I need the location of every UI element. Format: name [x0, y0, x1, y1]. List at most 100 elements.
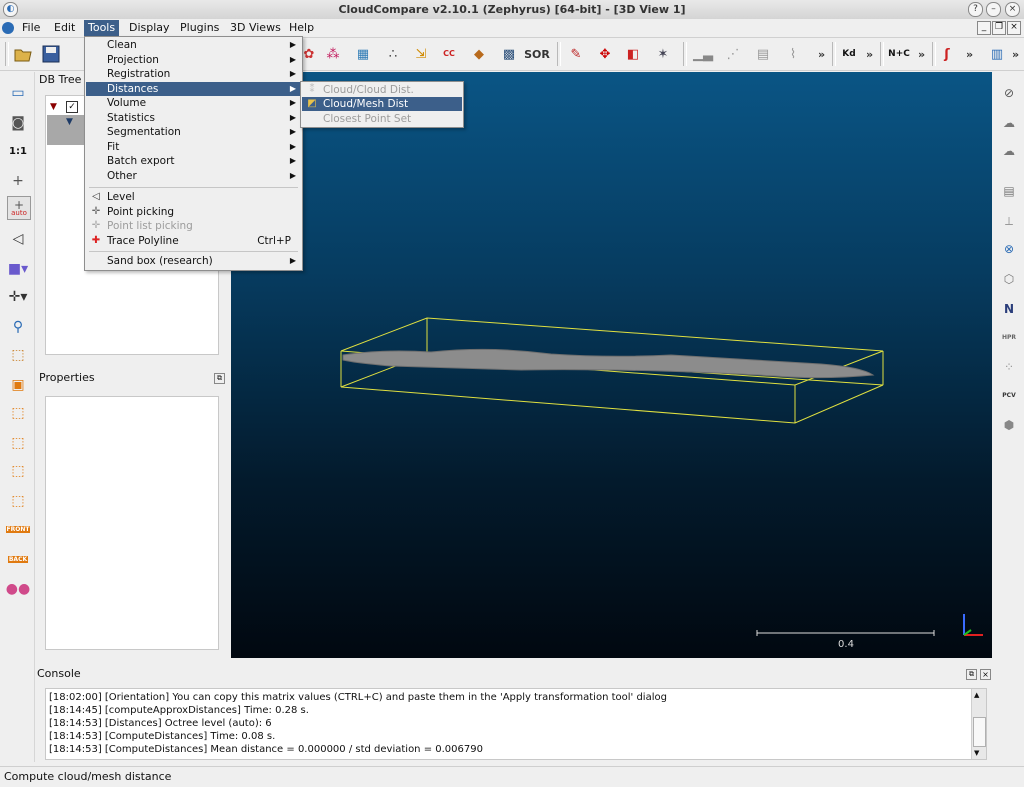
submenu-cloud-cloud-dist[interactable]: ⁑ Cloud/Cloud Dist. — [302, 83, 462, 97]
plugin-arrow-icon[interactable]: ⇲ — [410, 43, 432, 65]
auto-pivot-button[interactable]: + auto — [7, 196, 31, 220]
front-view-cube-icon[interactable]: ▣ — [7, 374, 29, 396]
scroll-thumb[interactable] — [973, 717, 986, 747]
help-icon[interactable]: ? — [968, 2, 983, 17]
menu-tools[interactable]: Tools — [84, 20, 120, 36]
zoom-one-to-one-button[interactable]: 1:1 — [7, 140, 29, 162]
mdi-minimize-icon[interactable]: _ — [977, 21, 991, 35]
menu-display[interactable]: Display — [125, 20, 174, 36]
plugin-m3c2-icon[interactable]: ⁘ — [998, 356, 1020, 378]
tree-child-expand-icon[interactable]: ▼ — [66, 117, 73, 127]
plugin-grid-icon[interactable]: ▦ — [352, 43, 374, 65]
plugin-graph-icon[interactable]: ⌇ — [782, 43, 804, 65]
tools-menu-sandbox[interactable]: Sand box (research) ▶ — [86, 254, 301, 268]
menu-file[interactable]: File — [18, 20, 44, 36]
tools-menu-volume[interactable]: Volume ▶ — [86, 96, 301, 110]
plugin-cloud-icon[interactable]: ☁ — [998, 112, 1020, 134]
toolbar-overflow-chevron[interactable]: » — [1012, 48, 1019, 61]
menu-plugins[interactable]: Plugins — [176, 20, 223, 36]
tools-menu-point-picking[interactable]: ✛ Point picking — [86, 205, 301, 219]
menu-edit[interactable]: Edit — [50, 20, 79, 36]
tools-menu-segmentation[interactable]: Segmentation ▶ — [86, 125, 301, 139]
minimize-icon[interactable]: – — [986, 2, 1001, 17]
plugin-dots-icon[interactable]: ⁂ — [322, 43, 344, 65]
cc-plugin-icon[interactable]: CC — [438, 43, 460, 65]
toolbar-overflow-chevron[interactable]: » — [966, 48, 973, 61]
camera-icon[interactable]: ◙ — [7, 112, 29, 134]
save-icon[interactable] — [40, 43, 62, 65]
plugin-ef-icon[interactable]: ⬡ — [998, 268, 1020, 290]
pivot-icon[interactable]: + — [7, 170, 29, 192]
plugin-pen-icon[interactable]: ✎ — [565, 43, 587, 65]
sor-filter-button[interactable]: SOR — [524, 43, 550, 65]
pcv-button[interactable]: PCV — [998, 384, 1020, 406]
plugin-s-icon[interactable]: ʃ — [936, 43, 958, 65]
compass-icon[interactable]: ⊗ — [998, 238, 1020, 260]
toolbar-overflow-chevron[interactable]: » — [866, 48, 873, 61]
display-icon[interactable]: ▭ — [7, 82, 29, 104]
submenu-closest-point-set[interactable]: Closest Point Set — [302, 112, 462, 126]
properties-panel[interactable] — [45, 396, 219, 650]
plugin-star-icon[interactable]: ✶ — [652, 43, 674, 65]
plugin-cloud2-icon[interactable]: ☁ — [998, 140, 1020, 162]
iso-view-cube-icon[interactable]: ⬚ — [7, 490, 29, 512]
kd-tree-button[interactable]: Kd — [838, 43, 860, 65]
scroll-up-icon[interactable]: ▲ — [974, 691, 979, 699]
plugin-checker-icon[interactable]: ▩ — [498, 43, 520, 65]
stereo-icon[interactable]: ●● — [6, 578, 30, 600]
front-view-button[interactable]: FRONT — [5, 518, 31, 540]
console-panel[interactable]: [18:02:00] [Orientation] You can copy th… — [45, 688, 987, 760]
perspective-icon[interactable]: ◁ — [7, 228, 29, 250]
object-view-icon[interactable]: ■▾ — [7, 258, 29, 280]
mdi-restore-icon[interactable]: ❐ — [992, 21, 1006, 35]
top-view-icon[interactable]: ⬚ — [7, 344, 29, 366]
tree-expand-icon[interactable]: ▼ — [50, 102, 57, 112]
hpr-button[interactable]: HPR — [998, 326, 1020, 348]
menu-help[interactable]: Help — [285, 20, 318, 36]
plugin-box-icon[interactable]: ◧ — [622, 43, 644, 65]
toolbar-overflow-chevron[interactable]: » — [818, 48, 825, 61]
histogram-icon[interactable]: ▁▃ — [692, 43, 714, 65]
plugin-brush-icon[interactable]: ⟂ — [998, 210, 1020, 232]
console-scrollbar[interactable]: ▲ ▼ — [971, 689, 986, 759]
close-window-icon[interactable]: × — [1005, 2, 1020, 17]
plugin-canupo-icon[interactable]: ▥ — [986, 43, 1008, 65]
console-close-icon[interactable]: × — [980, 669, 991, 680]
menu-3d-views[interactable]: 3D Views — [226, 20, 285, 36]
zoom-icon[interactable]: ⚲ — [7, 316, 29, 338]
tools-menu-statistics[interactable]: Statistics ▶ — [86, 111, 301, 125]
tools-menu-projection[interactable]: Projection ▶ — [86, 53, 301, 67]
left-view-cube-icon[interactable]: ⬚ — [7, 402, 29, 424]
tools-menu-distances[interactable]: Distances ▶ — [86, 82, 301, 96]
3d-view[interactable]: 0.4 — [231, 72, 992, 658]
move-icon[interactable]: ✛▾ — [7, 286, 29, 308]
toolbar-overflow-chevron[interactable]: » — [918, 48, 925, 61]
translate-icon[interactable]: ✥ — [594, 43, 616, 65]
properties-float-icon[interactable]: ⧉ — [214, 373, 225, 384]
bottom-view-cube-icon[interactable]: ⬚ — [7, 460, 29, 482]
tree-checkbox[interactable]: ✓ — [66, 101, 78, 113]
open-file-icon[interactable] — [12, 43, 34, 65]
plugin-plot-icon[interactable]: ⋰ — [722, 43, 744, 65]
tools-menu-other[interactable]: Other ▶ — [86, 169, 301, 183]
plugin-table-icon[interactable]: ▤ — [752, 43, 774, 65]
tools-menu-fit[interactable]: Fit ▶ — [86, 140, 301, 154]
clapper-icon[interactable]: ▤ — [998, 180, 1020, 202]
tools-menu-trace-polyline[interactable]: ✚ Trace Polyline Ctrl+P — [86, 234, 301, 248]
normals-compute-button[interactable]: N+C — [888, 43, 910, 65]
plugin-scatter-icon[interactable]: ∴ — [382, 43, 404, 65]
tools-menu-batch-export[interactable]: Batch export ▶ — [86, 154, 301, 168]
plugin-hex-icon[interactable]: ⬢ — [998, 414, 1020, 436]
tools-menu-registration[interactable]: Registration ▶ — [86, 67, 301, 81]
back-view-button[interactable]: BACK — [7, 548, 29, 570]
submenu-cloud-mesh-dist[interactable]: ◩ Cloud/Mesh Dist — [302, 97, 462, 111]
scroll-down-icon[interactable]: ▼ — [974, 749, 979, 757]
tools-menu-point-list-picking[interactable]: ✛ Point list picking — [86, 219, 301, 233]
tools-menu-level[interactable]: ◁ Level — [86, 190, 301, 204]
tools-menu-clean[interactable]: Clean ▶ — [86, 38, 301, 52]
plugin-shape-icon[interactable]: ◆ — [468, 43, 490, 65]
console-float-icon[interactable]: ⧉ — [966, 669, 977, 680]
right-view-cube-icon[interactable]: ⬚ — [7, 432, 29, 454]
no-filter-icon[interactable]: ⊘ — [998, 82, 1020, 104]
north-icon[interactable]: N — [998, 298, 1020, 320]
